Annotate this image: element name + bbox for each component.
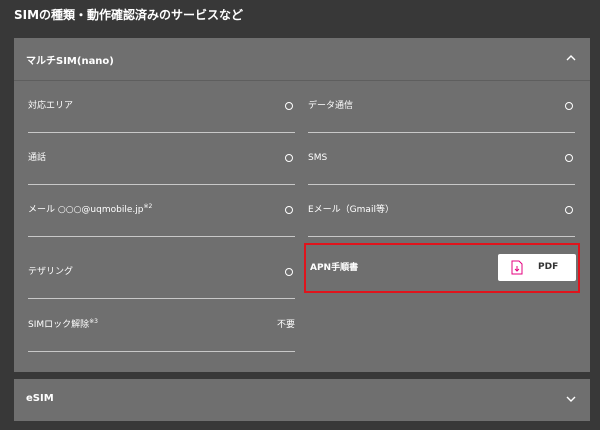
pdf-button-label: PDF: [538, 262, 559, 272]
spec-row-area: 対応エリア: [28, 80, 295, 133]
apn-row-highlight: APN手順書 PDF: [304, 243, 580, 293]
spec-label: テザリング: [28, 267, 74, 277]
apn-label: APN手順書: [310, 263, 359, 273]
chevron-up-icon[interactable]: [564, 51, 578, 65]
chevron-down-icon[interactable]: [564, 392, 578, 406]
pdf-download-button[interactable]: PDF: [498, 254, 576, 281]
spec-row-sms: SMS: [308, 132, 575, 185]
spec-row-data: データ通信: [308, 80, 575, 133]
spec-row-sim-unlock: SIMロック解除※3 不要: [28, 299, 295, 352]
spec-label: Eメール（Gmail等）: [308, 205, 394, 215]
footnote-mark: ※3: [89, 318, 98, 325]
footnote-mark: ※2: [143, 203, 153, 210]
page-title: SIMの種類・動作確認済みのサービスなど: [14, 8, 244, 22]
spec-label: 対応エリア: [28, 101, 74, 111]
available-mark: [565, 154, 573, 162]
available-mark: [285, 268, 293, 276]
available-mark: [285, 206, 293, 214]
available-mark: [565, 102, 573, 110]
multi-sim-header[interactable]: マルチSIM(nano): [14, 38, 590, 81]
spec-value: 不要: [276, 320, 295, 330]
available-mark: [285, 154, 293, 162]
esim-header[interactable]: eSIM: [14, 379, 590, 421]
spec-row-tethering: テザリング: [28, 246, 295, 299]
spec-label: SMS: [308, 153, 328, 163]
multi-sim-panel: マルチSIM(nano) 対応エリア 通話 メール ○○○@uqmobile.j…: [14, 38, 590, 372]
multi-sim-title: マルチSIM(nano): [26, 56, 114, 67]
spec-row-mail: メール ○○○@uqmobile.jp※2: [28, 184, 295, 237]
pdf-download-icon: [511, 260, 523, 275]
spec-label-text: SIMロック解除: [28, 320, 90, 330]
spec-row-email: Eメール（Gmail等）: [308, 184, 575, 237]
available-mark: [565, 206, 573, 214]
spec-row-call: 通話: [28, 132, 295, 185]
esim-title: eSIM: [26, 393, 54, 404]
spec-label: データ通信: [308, 101, 354, 111]
spec-label: メール ○○○@uqmobile.jp※2: [28, 184, 152, 236]
available-mark: [285, 102, 293, 110]
spec-label-text: メール ○○○@uqmobile.jp: [28, 205, 144, 215]
esim-panel: eSIM: [14, 379, 590, 421]
spec-label: SIMロック解除※3: [28, 299, 98, 351]
spec-label: 通話: [28, 153, 47, 163]
